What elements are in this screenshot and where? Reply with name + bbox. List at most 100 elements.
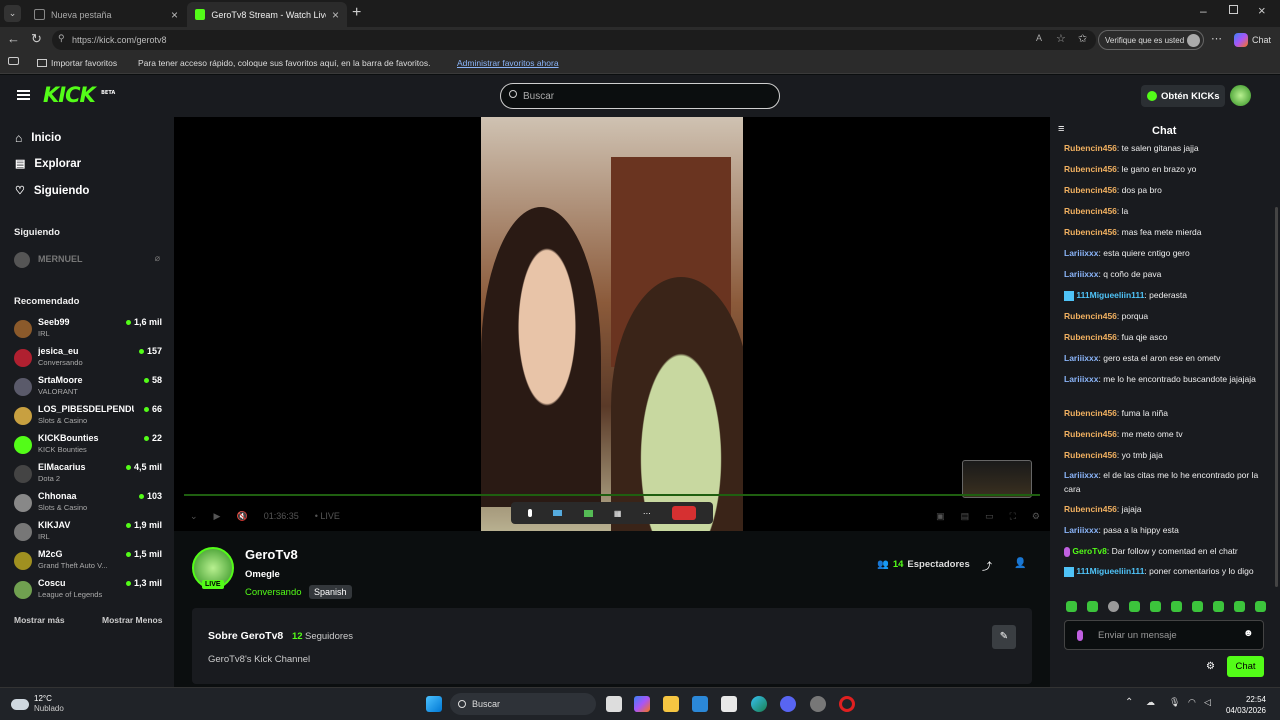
search-bar[interactable]: Buscar	[500, 83, 780, 109]
settings-icon[interactable]: ⚙	[1032, 511, 1040, 522]
manage-favorites-link[interactable]: Administrar favoritos ahora	[457, 58, 559, 68]
kick-logo[interactable]: KICK BETA	[43, 83, 115, 107]
edit-button[interactable]: ✎	[992, 625, 1016, 649]
recommended-item[interactable]: KICKBounties KICK Bounties 22	[14, 433, 164, 461]
tab-actions-icon[interactable]: ⌄	[4, 5, 21, 22]
miniplayer-icon[interactable]: ▭	[985, 511, 994, 522]
start-icon[interactable]	[426, 696, 442, 712]
new-tab-icon[interactable]: +	[352, 4, 361, 22]
copilot-chat-button[interactable]: Chat	[1234, 33, 1271, 47]
follow-icon[interactable]: 👤	[1014, 558, 1026, 569]
volume-tray-icon[interactable]: ◁	[1204, 697, 1211, 708]
recommended-item[interactable]: SrtaMoore VALORANT 58	[14, 375, 164, 403]
app-icon[interactable]	[810, 696, 826, 712]
tab-new-tab[interactable]: Nueva pestaña ×	[26, 2, 186, 27]
chat-username[interactable]: Rubencin456	[1064, 185, 1117, 195]
close-icon[interactable]: ×	[171, 8, 178, 22]
chat-username[interactable]: Lariiixxx	[1064, 248, 1099, 258]
progress-bar[interactable]	[184, 494, 1040, 496]
chat-username[interactable]: Rubencin456	[1064, 227, 1117, 237]
tab-gerotv8[interactable]: GeroTv8 Stream - Watch Live on K ×	[187, 2, 347, 27]
emote-icon[interactable]	[1087, 601, 1098, 612]
theater-icon[interactable]: ▣	[936, 511, 945, 522]
chat-username[interactable]: Rubencin456	[1064, 450, 1117, 460]
microphone-tray-icon[interactable]: 🎙	[1169, 697, 1180, 708]
opera-icon[interactable]	[839, 696, 855, 712]
emote-icon[interactable]	[1129, 601, 1140, 612]
fullscreen-icon[interactable]: ⛶	[1010, 511, 1016, 522]
volume-icon[interactable]: 🔇	[236, 511, 247, 522]
user-avatar[interactable]	[1230, 85, 1251, 106]
nav-following[interactable]: ♡ Siguiendo	[15, 184, 89, 198]
close-window-icon[interactable]: ×	[1258, 3, 1266, 18]
chat-username[interactable]: Rubencin456	[1064, 504, 1117, 514]
video-player[interactable]: ▦ ⋯ ⌄ ▶ 🔇 01:36:35 • LIVE ▣ ▤ ▭ ⛶ ⚙	[174, 117, 1050, 531]
chat-username[interactable]: Lariiixxx	[1064, 269, 1099, 279]
send-chat-button[interactable]: Chat	[1227, 656, 1264, 677]
recommended-item[interactable]: M2cG Grand Theft Auto V... 1,5 mil	[14, 549, 164, 577]
verify-identity-button[interactable]: Verifique que es usted	[1098, 30, 1204, 50]
minimize-icon[interactable]: –	[1200, 4, 1207, 18]
show-less-button[interactable]: Mostrar Menos	[102, 615, 162, 625]
favorite-star-icon[interactable]: ☆	[1056, 32, 1066, 45]
taskbar-search[interactable]: Buscar	[450, 693, 596, 715]
chat-username[interactable]: 111Migueeliin111	[1076, 290, 1144, 300]
share-icon[interactable]: ⤴	[982, 558, 992, 573]
emote-icon[interactable]	[1213, 601, 1224, 612]
more-options-icon[interactable]: ⋯	[1211, 32, 1222, 45]
reading-icon[interactable]	[8, 57, 19, 65]
maximize-icon[interactable]	[1229, 5, 1238, 14]
microphone-icon[interactable]	[1077, 630, 1083, 641]
read-aloud-icon[interactable]: A	[1036, 33, 1042, 43]
weather-widget[interactable]: 12°C Nublado	[11, 694, 64, 714]
chat-username[interactable]: Lariiixxx	[1064, 374, 1099, 384]
chat-input[interactable]: Enviar un mensaje ☻	[1064, 620, 1264, 650]
edge-browser-icon[interactable]	[751, 696, 767, 712]
video-frame[interactable]: ▦ ⋯	[481, 117, 743, 531]
language-tag[interactable]: Spanish	[309, 585, 352, 599]
chat-username[interactable]: Rubencin456	[1064, 143, 1117, 153]
site-info-icon[interactable]: ⚲	[58, 33, 65, 44]
chevron-up-icon[interactable]: ⌃	[1125, 697, 1133, 708]
recommended-item[interactable]: jesica_eu Conversando 157	[14, 346, 164, 374]
chat-username[interactable]: 111Migueeliin111	[1076, 566, 1144, 576]
emote-icon[interactable]	[1192, 601, 1203, 612]
nav-explore[interactable]: ▤ Explorar	[15, 157, 81, 171]
chat-username[interactable]: Rubencin456	[1064, 164, 1117, 174]
menu-icon[interactable]	[17, 90, 30, 100]
streamer-name[interactable]: GeroTv8	[245, 547, 298, 562]
chat-username[interactable]: Lariiixxx	[1064, 525, 1099, 535]
show-more-button[interactable]: Mostrar más	[14, 615, 65, 625]
emote-icon[interactable]	[1171, 601, 1182, 612]
nav-home[interactable]: ⌂ Inicio	[15, 131, 61, 145]
emoji-icon[interactable]: ☻	[1243, 628, 1254, 639]
clip-icon[interactable]: ▤	[961, 511, 970, 522]
clock[interactable]: 22:54 04/03/2026	[1222, 694, 1266, 716]
discord-icon[interactable]	[780, 696, 796, 712]
chat-settings-icon[interactable]: ⚙	[1206, 661, 1215, 672]
wifi-icon[interactable]: ◠	[1188, 697, 1196, 708]
store-icon[interactable]	[721, 696, 737, 712]
chat-scrollbar[interactable]	[1275, 207, 1278, 587]
refresh-icon[interactable]: ↻	[31, 31, 42, 47]
chat-username[interactable]: Lariiixxx	[1064, 470, 1099, 480]
emote-icon[interactable]	[1234, 601, 1245, 612]
task-view-icon[interactable]	[606, 696, 622, 712]
emote-icon[interactable]	[1255, 601, 1266, 612]
following-item[interactable]: MERNUEL ⌀	[14, 252, 164, 272]
copilot-app-icon[interactable]	[634, 696, 650, 712]
recommended-item[interactable]: Chhonaa Slots & Casino 103	[14, 491, 164, 519]
emote-icon[interactable]	[1150, 601, 1161, 612]
chat-username[interactable]: Rubencin456	[1064, 332, 1117, 342]
favorites-icon[interactable]: ✩	[1078, 32, 1087, 45]
back-icon[interactable]: ←	[7, 31, 20, 46]
chat-username[interactable]: Rubencin456	[1064, 408, 1117, 418]
recommended-item[interactable]: Seeb99 IRL 1,6 mil	[14, 317, 164, 345]
get-kicks-button[interactable]: Obtén KICKs	[1141, 85, 1225, 107]
recommended-item[interactable]: Coscu League of Legends 1,3 mil	[14, 578, 164, 606]
recommended-item[interactable]: LOS_PIBESDELPENDUL Slots & Casino 66	[14, 404, 164, 432]
emote-icon[interactable]	[1108, 601, 1119, 612]
chat-username[interactable]: GeroTv8	[1072, 546, 1107, 556]
stream-category[interactable]: Conversando	[245, 587, 302, 598]
play-icon[interactable]: ▶	[214, 511, 221, 522]
